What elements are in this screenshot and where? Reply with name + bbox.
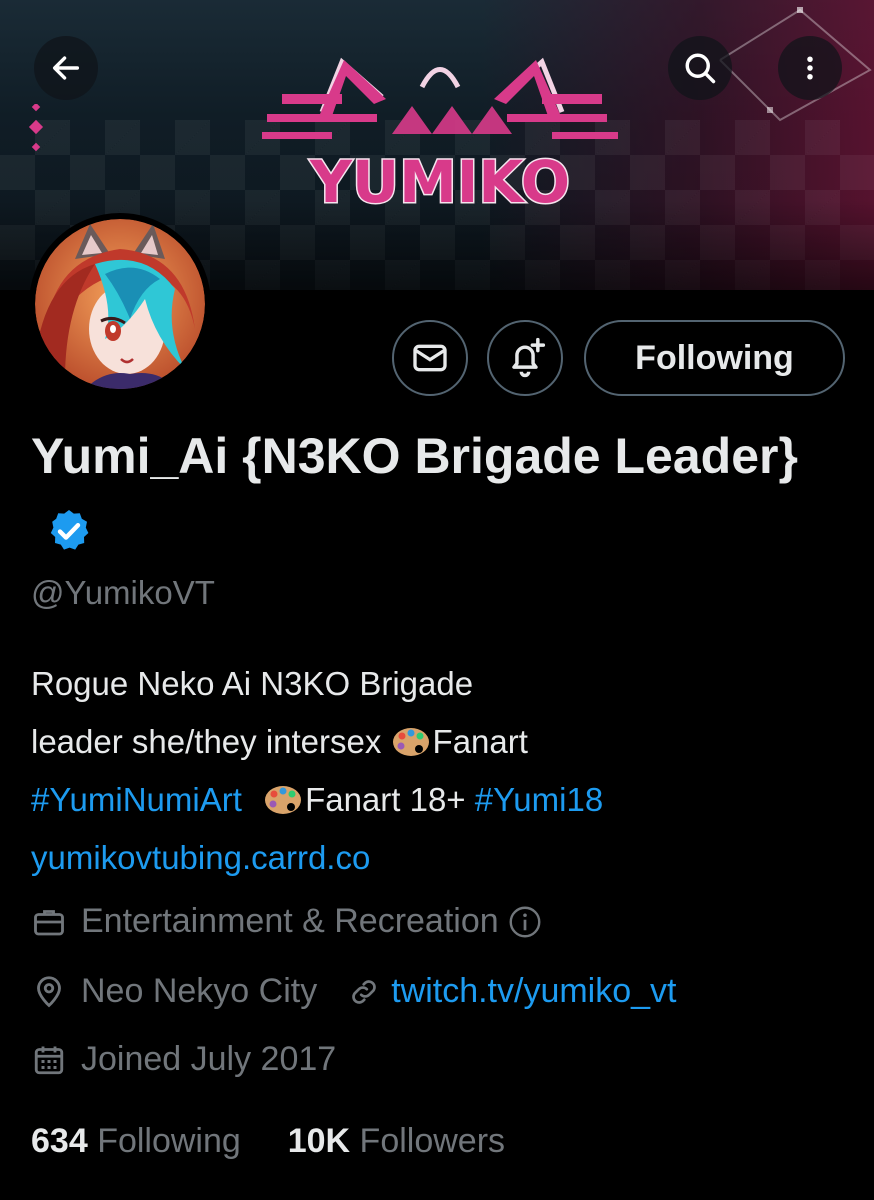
following-label: Following bbox=[97, 1122, 241, 1160]
bio-fanart: Fanart bbox=[432, 723, 528, 760]
verified-badge-icon[interactable] bbox=[45, 507, 93, 555]
arrow-left-icon bbox=[52, 56, 80, 80]
display-name-text: Yumi_Ai {N3KO Brigade Leader} bbox=[31, 428, 798, 484]
logo-text: YUMIKO bbox=[309, 148, 570, 216]
hashtag-yuminumiart[interactable]: #YumiNumiArt bbox=[31, 781, 242, 818]
bio-line-3: #YumiNumiArt Fanart 18+ #Yumi18 bbox=[31, 771, 851, 829]
profile-category: Entertainment & Recreation bbox=[31, 902, 543, 941]
back-button[interactable] bbox=[34, 36, 98, 100]
hashtag-yumi18[interactable]: #Yumi18 bbox=[475, 781, 603, 818]
followers-label: Followers bbox=[359, 1122, 506, 1160]
message-button[interactable] bbox=[392, 320, 468, 396]
more-vertical-icon bbox=[807, 56, 813, 80]
bio-line-1: Rogue Neko Ai N3KO Brigade bbox=[31, 665, 474, 702]
location-text: Neo Nekyo City bbox=[81, 972, 318, 1010]
info-icon[interactable] bbox=[507, 904, 543, 940]
palette-emoji-icon bbox=[265, 786, 302, 814]
display-name: Yumi_Ai {N3KO Brigade Leader} bbox=[31, 418, 851, 570]
following-button[interactable]: Following bbox=[584, 320, 845, 396]
profile-location-row: Neo Nekyo City twitch.tv/yumiko_vt bbox=[31, 972, 677, 1011]
user-handle: @YumikoVT bbox=[31, 574, 215, 611]
bio-link[interactable]: yumikovtubing.carrd.co bbox=[31, 829, 851, 887]
search-button[interactable] bbox=[668, 36, 732, 100]
yumiko-logo: YUMIKO bbox=[262, 57, 618, 218]
bell-plus-icon bbox=[512, 337, 546, 378]
following-stat[interactable]: 634 Following bbox=[31, 1122, 241, 1160]
briefcase-icon bbox=[34, 909, 64, 935]
search-icon bbox=[685, 53, 716, 84]
bio-fanart-18: Fanart 18+ bbox=[305, 781, 475, 818]
avatar[interactable] bbox=[29, 213, 211, 395]
more-button[interactable] bbox=[778, 36, 842, 100]
website-link[interactable]: twitch.tv/yumiko_vt bbox=[391, 972, 676, 1011]
envelope-icon bbox=[413, 344, 447, 372]
following-count: 634 bbox=[31, 1122, 88, 1160]
bio-line-2: leader she/they intersex Fanart bbox=[31, 713, 851, 771]
location-pin-icon bbox=[37, 975, 61, 1007]
followers-count: 10K bbox=[287, 1122, 351, 1160]
avatar-illustration bbox=[35, 219, 205, 389]
joined-text: Joined July 2017 bbox=[81, 1040, 337, 1078]
category-text: Entertainment & Recreation bbox=[81, 902, 499, 940]
followers-stat[interactable]: 10K Followers bbox=[288, 1122, 505, 1160]
notify-button[interactable] bbox=[487, 320, 563, 396]
banner-dots-decoration bbox=[28, 104, 44, 152]
palette-emoji-icon bbox=[392, 728, 429, 756]
bio: Rogue Neko Ai N3KO Brigade leader she/th… bbox=[31, 655, 851, 887]
bio-text: leader she/they intersex bbox=[31, 723, 391, 760]
link-icon bbox=[352, 979, 377, 1004]
follow-stats: 634 Following 10K Followers bbox=[31, 1122, 505, 1161]
profile-joined: Joined July 2017 bbox=[31, 1040, 336, 1079]
calendar-icon bbox=[34, 1046, 64, 1074]
